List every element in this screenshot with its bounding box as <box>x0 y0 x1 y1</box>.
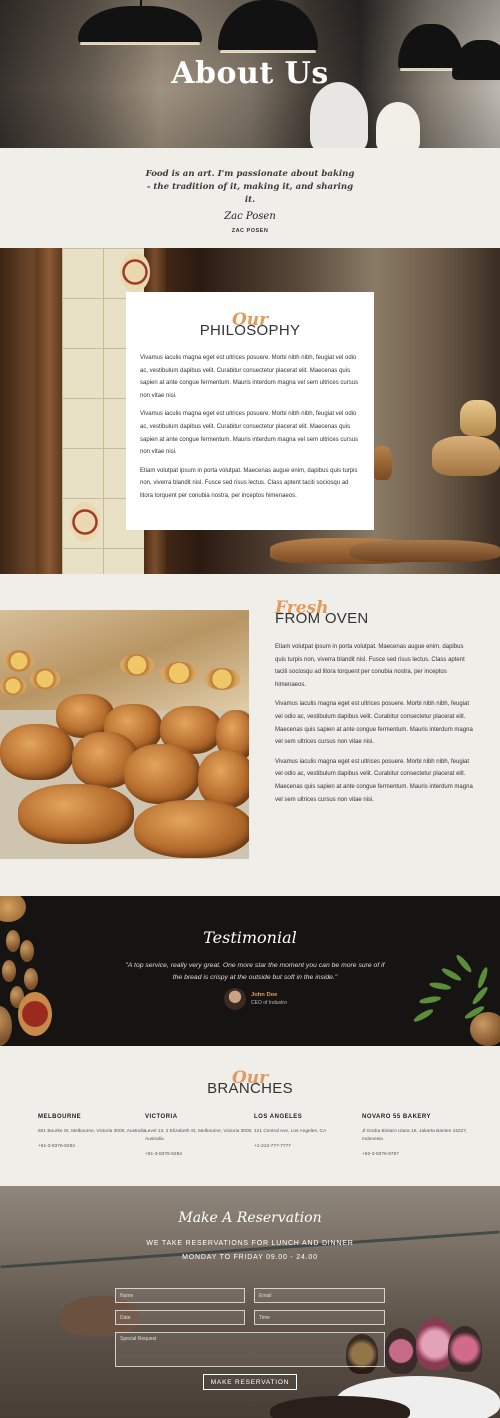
heading-caps: BRANCHES <box>207 1080 293 1097</box>
heading-caps: PHILOSOPHY <box>199 322 301 339</box>
tart <box>204 668 240 690</box>
fern-leaf-decoration <box>428 981 452 991</box>
branch-item: MELBOURNE 601 Bourke St, Melbourne, Vict… <box>38 1114 148 1149</box>
reservation-hours: MONDAY TO FRIDAY 09.00 - 24.00 <box>182 1254 318 1261</box>
bread-box <box>460 400 496 436</box>
testimonial-quote: "A top service, really very great. One m… <box>125 962 385 981</box>
paragraph: Vivamus iaculis magna eget est ultrices … <box>275 701 473 746</box>
fern-leaf-decoration <box>454 953 474 974</box>
pendant-lamp-light <box>80 42 200 45</box>
branch-phone: +1-213-777-7777 <box>254 1144 291 1149</box>
almond-decoration <box>24 968 38 990</box>
fern-leaf-decoration <box>476 966 490 990</box>
section-heading: Our BRANCHES <box>0 1068 500 1104</box>
candy-apple <box>384 1328 418 1374</box>
paragraph: Vivamus iaculis magna eget est ultrices … <box>275 758 473 803</box>
croissant <box>134 800 249 858</box>
fern-leaf-decoration <box>440 966 463 983</box>
tart <box>4 650 34 672</box>
wood-frame <box>36 248 62 574</box>
branch-item: VICTORIA Level 13, 2 Elizabeth St, Melbo… <box>145 1114 255 1157</box>
fern-leaf-decoration <box>412 1007 435 1024</box>
bread-box <box>432 436 500 476</box>
reservation-subtitle: WE TAKE RESERVATIONS FOR LUNCH AND DINNE… <box>146 1240 354 1247</box>
branch-item: LOS ANGELES 121 Central Ave, Los Angeles… <box>254 1114 364 1149</box>
branch-name: VICTORIA <box>145 1114 178 1120</box>
fresh-from-oven-section: Fresh FROM OVEN Etiam volutpat ipsum in … <box>0 574 500 896</box>
tart <box>120 654 154 676</box>
reservation-section: Make A Reservation WE TAKE RESERVATIONS … <box>0 1186 500 1418</box>
email-field[interactable] <box>254 1288 385 1303</box>
croissant <box>0 724 74 780</box>
almond-decoration <box>2 960 16 982</box>
signature: Zac Posen <box>224 211 276 222</box>
bread-loaf <box>350 540 500 562</box>
paragraph: Vivamus iaculis magna eget est ultrices … <box>140 411 359 456</box>
branch-item: NOVARO 55 BAKERY Jl Graha Bintaro Utara … <box>362 1114 472 1157</box>
tart <box>30 668 60 690</box>
candy-apple <box>448 1326 482 1372</box>
make-reservation-button[interactable]: MAKE RESERVATION <box>203 1374 297 1390</box>
heading-caps: FROM OVEN <box>275 610 369 627</box>
hero-banner: About Us <box>0 0 500 148</box>
pastry-row <box>270 1396 410 1418</box>
date-field[interactable] <box>115 1310 245 1325</box>
pastry-decoration <box>0 1006 12 1046</box>
philosophy-section: Our PHILOSOPHY Vivamus iaculis magna ege… <box>0 248 500 574</box>
page-title: About Us <box>171 56 329 91</box>
tart <box>0 676 26 696</box>
testimonial-name: John Doe <box>251 992 278 998</box>
branch-name: NOVARO 55 BAKERY <box>362 1114 432 1120</box>
avatar <box>224 988 246 1010</box>
testimonial-section: Testimonial "A top service, really very … <box>0 896 500 1046</box>
tart <box>160 662 198 684</box>
testimonial-role: CEO of Industro <box>251 1000 287 1006</box>
pendant-lamp-light <box>220 50 316 53</box>
berry-tart-decoration <box>18 992 52 1036</box>
quote-author: ZAC POSEN <box>231 228 269 234</box>
branch-name: LOS ANGELES <box>254 1114 303 1120</box>
name-field[interactable] <box>115 1288 245 1303</box>
bakery-emblem <box>120 252 150 292</box>
pastry-decoration <box>0 896 26 922</box>
branch-address: Jl Graha Bintaro Utara 16, Jakarta Bante… <box>362 1129 468 1142</box>
paragraph: Vivamus iaculis magna eget est ultrices … <box>140 355 359 399</box>
paragraph: Etiam volutpat ipsum in porta volutpat. … <box>275 644 465 688</box>
branch-name: MELBOURNE <box>38 1114 82 1120</box>
branch-address: 601 Bourke St, Melbourne, Victoria 3000,… <box>38 1129 146 1134</box>
pastry-tray-image <box>0 610 249 859</box>
philosophy-card: Our PHILOSOPHY Vivamus iaculis magna ege… <box>126 292 374 530</box>
pastry-decoration <box>470 1012 500 1046</box>
chef-quote: Food is an art. I'm passionate about bak… <box>0 148 500 248</box>
bakery-emblem <box>70 502 100 542</box>
branches-section: Our BRANCHES MELBOURNE 601 Bourke St, Me… <box>0 1046 500 1186</box>
section-heading: Our PHILOSOPHY <box>140 310 360 346</box>
branch-address: 121 Central Ave, Los Angeles, CA <box>254 1129 327 1134</box>
section-heading: Fresh FROM OVEN <box>275 598 475 634</box>
croissant <box>124 744 200 804</box>
baker-figure <box>310 82 368 148</box>
time-field[interactable] <box>254 1310 385 1325</box>
fern-leaf-decoration <box>470 985 490 1006</box>
bread-loaf <box>372 446 392 480</box>
baker-figure <box>376 102 420 148</box>
fern-leaf-decoration <box>418 995 442 1005</box>
branch-phone: +61-3-8376-6284 <box>38 1144 75 1149</box>
branch-phone: +62-3-8376-6767 <box>362 1152 399 1157</box>
croissant <box>18 784 134 844</box>
branch-address: Level 13, 2 Elizabeth St, Melbourne, Vic… <box>145 1129 253 1142</box>
testimonial-title: Testimonial <box>203 928 297 947</box>
reservation-title: Make A Reservation <box>178 1210 322 1226</box>
branch-phone: +61-3-8376-6284 <box>145 1152 182 1157</box>
oven-text-block: Fresh FROM OVEN Etiam volutpat ipsum in … <box>275 598 475 806</box>
quote-text: Food is an art. I'm passionate about bak… <box>145 169 355 205</box>
paragraph: Etiam volutpat ipsum in porta volutpat. … <box>140 467 358 499</box>
special-request-field[interactable] <box>115 1332 385 1367</box>
